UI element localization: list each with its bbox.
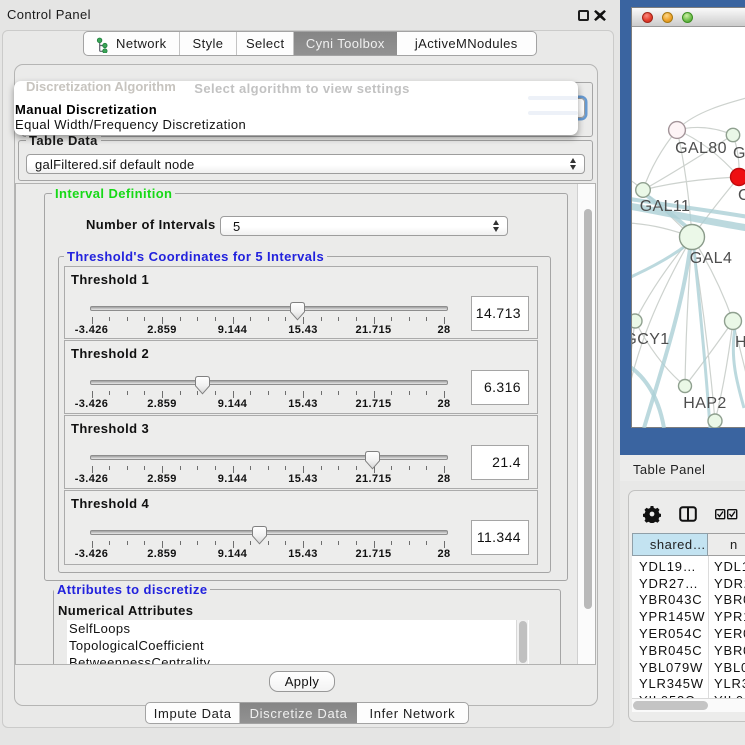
svg-text:GAL4: GAL4 bbox=[690, 250, 733, 267]
svg-text:GCY1: GCY1 bbox=[632, 331, 670, 348]
svg-text:C: C bbox=[738, 187, 745, 204]
svg-text:HA: HA bbox=[735, 334, 745, 351]
svg-text:GA: GA bbox=[733, 145, 745, 162]
svg-text:GAL11: GAL11 bbox=[640, 198, 691, 215]
svg-text:HAP2: HAP2 bbox=[683, 395, 726, 412]
svg-text:GAL80: GAL80 bbox=[675, 140, 727, 157]
